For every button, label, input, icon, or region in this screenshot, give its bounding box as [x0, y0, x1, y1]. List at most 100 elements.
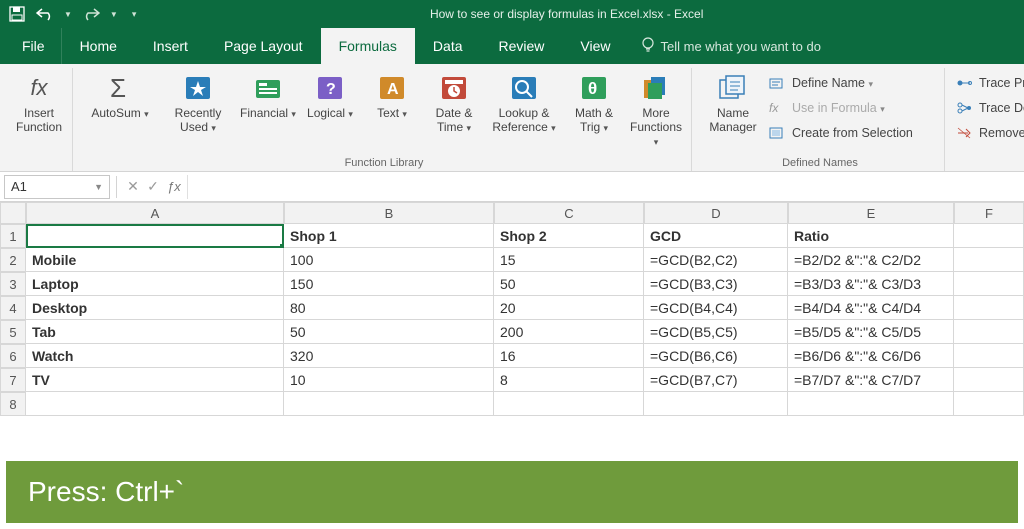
- select-all-corner[interactable]: [0, 202, 26, 224]
- fx-label[interactable]: ƒx: [167, 179, 181, 194]
- audit-remove-arrows[interactable]: Remove Arrows: [955, 122, 1024, 144]
- cell-D4[interactable]: =GCD(B4,C4): [644, 296, 788, 320]
- cell-C5[interactable]: 200: [494, 320, 644, 344]
- cell-B7[interactable]: 10: [284, 368, 494, 392]
- fn-more-functions-button[interactable]: More Functions ▾: [627, 68, 685, 149]
- cell-A8[interactable]: [26, 392, 284, 416]
- cell-D5[interactable]: =GCD(B5,C5): [644, 320, 788, 344]
- row-header-1[interactable]: 1: [0, 224, 26, 248]
- cell-E8[interactable]: [788, 392, 954, 416]
- cell-B1[interactable]: Shop 1: [284, 224, 494, 248]
- row-header-4[interactable]: 4: [0, 296, 26, 320]
- fn-date-time-button[interactable]: Date & Time ▾: [425, 68, 483, 135]
- column-header-D[interactable]: D: [644, 202, 788, 224]
- cell-A5[interactable]: Tab: [26, 320, 284, 344]
- cell-A3[interactable]: Laptop: [26, 272, 284, 296]
- cell-F5[interactable]: [954, 320, 1024, 344]
- name-box[interactable]: A1 ▼: [4, 175, 110, 199]
- row-header-7[interactable]: 7: [0, 368, 26, 392]
- cell-C4[interactable]: 20: [494, 296, 644, 320]
- cell-C8[interactable]: [494, 392, 644, 416]
- cell-D6[interactable]: =GCD(B6,C6): [644, 344, 788, 368]
- cell-C2[interactable]: 15: [494, 248, 644, 272]
- cell-B2[interactable]: 100: [284, 248, 494, 272]
- cell-D8[interactable]: [644, 392, 788, 416]
- row-header-8[interactable]: 8: [0, 392, 26, 416]
- column-header-E[interactable]: E: [788, 202, 954, 224]
- fn-text-button[interactable]: A Text ▾: [363, 68, 421, 121]
- tab-data[interactable]: Data: [415, 28, 481, 64]
- cell-E2[interactable]: =B2/D2 &":"& C2/D2: [788, 248, 954, 272]
- redo-icon[interactable]: [82, 5, 100, 23]
- redo-dropdown-icon[interactable]: ▼: [110, 10, 118, 19]
- cell-A4[interactable]: Desktop: [26, 296, 284, 320]
- defined-names-create-from-selection[interactable]: Create from Selection: [768, 122, 938, 144]
- undo-icon[interactable]: [36, 5, 54, 23]
- tab-home[interactable]: Home: [62, 28, 135, 64]
- cell-D7[interactable]: =GCD(B7,C7): [644, 368, 788, 392]
- cell-F4[interactable]: [954, 296, 1024, 320]
- cancel-formula-icon[interactable]: ✕: [123, 178, 143, 195]
- fn-autosum-button[interactable]: Σ AutoSum ▾: [83, 68, 157, 121]
- defined-names-use-in-formula[interactable]: fxUse in Formula ▾: [768, 97, 938, 119]
- cell-A2[interactable]: Mobile: [26, 248, 284, 272]
- cell-B3[interactable]: 150: [284, 272, 494, 296]
- tab-file[interactable]: File: [6, 28, 62, 64]
- cell-B5[interactable]: 50: [284, 320, 494, 344]
- tab-page-layout[interactable]: Page Layout: [206, 28, 321, 64]
- fn-math-trig-button[interactable]: θ Math & Trig ▾: [565, 68, 623, 135]
- audit-trace-precedent[interactable]: Trace Precedent: [955, 72, 1024, 94]
- cell-F1[interactable]: [954, 224, 1024, 248]
- cell-F7[interactable]: [954, 368, 1024, 392]
- cell-F6[interactable]: [954, 344, 1024, 368]
- cell-C1[interactable]: Shop 2: [494, 224, 644, 248]
- audit-trace-depender[interactable]: Trace Depender: [955, 97, 1024, 119]
- cell-D1[interactable]: GCD: [644, 224, 788, 248]
- row-header-3[interactable]: 3: [0, 272, 26, 296]
- row-header-6[interactable]: 6: [0, 344, 26, 368]
- column-header-B[interactable]: B: [284, 202, 494, 224]
- row-header-5[interactable]: 5: [0, 320, 26, 344]
- column-header-A[interactable]: A: [26, 202, 284, 224]
- cell-B4[interactable]: 80: [284, 296, 494, 320]
- cell-C7[interactable]: 8: [494, 368, 644, 392]
- fn-recently-used-button[interactable]: Recently Used ▾: [161, 68, 235, 135]
- fn-lookup-reference-button[interactable]: Lookup & Reference ▾: [487, 68, 561, 135]
- cell-C6[interactable]: 16: [494, 344, 644, 368]
- tab-review[interactable]: Review: [481, 28, 563, 64]
- column-header-C[interactable]: C: [494, 202, 644, 224]
- fn-logical-button[interactable]: ? Logical ▾: [301, 68, 359, 121]
- cell-D3[interactable]: =GCD(B3,C3): [644, 272, 788, 296]
- fn-financial-button[interactable]: Financial ▾: [239, 68, 297, 121]
- tell-me[interactable]: Tell me what you want to do: [629, 28, 821, 64]
- cell-A1[interactable]: [26, 224, 284, 248]
- cell-E3[interactable]: =B3/D3 &":"& C3/D3: [788, 272, 954, 296]
- chevron-down-icon[interactable]: ▼: [94, 182, 103, 192]
- defined-names-define-name[interactable]: Define Name ▾: [768, 72, 938, 94]
- cell-A6[interactable]: Watch: [26, 344, 284, 368]
- tab-formulas[interactable]: Formulas: [321, 28, 415, 64]
- save-icon[interactable]: [8, 5, 26, 23]
- cell-A7[interactable]: TV: [26, 368, 284, 392]
- name-manager-button[interactable]: Name Manager: [702, 68, 764, 134]
- cell-D2[interactable]: =GCD(B2,C2): [644, 248, 788, 272]
- cell-E1[interactable]: Ratio: [788, 224, 954, 248]
- cell-F8[interactable]: [954, 392, 1024, 416]
- undo-dropdown-icon[interactable]: ▼: [64, 10, 72, 19]
- cell-B8[interactable]: [284, 392, 494, 416]
- cell-F3[interactable]: [954, 272, 1024, 296]
- qat-customize-icon[interactable]: ▾: [132, 9, 137, 20]
- cell-E4[interactable]: =B4/D4 &":"& C4/D4: [788, 296, 954, 320]
- formula-input[interactable]: [187, 175, 1024, 199]
- cell-E5[interactable]: =B5/D5 &":"& C5/D5: [788, 320, 954, 344]
- insert-function-button[interactable]: fx Insert Function: [12, 68, 66, 134]
- row-header-2[interactable]: 2: [0, 248, 26, 272]
- cell-E7[interactable]: =B7/D7 &":"& C7/D7: [788, 368, 954, 392]
- cell-F2[interactable]: [954, 248, 1024, 272]
- tab-view[interactable]: View: [562, 28, 628, 64]
- column-header-F[interactable]: F: [954, 202, 1024, 224]
- cell-C3[interactable]: 50: [494, 272, 644, 296]
- cell-E6[interactable]: =B6/D6 &":"& C6/D6: [788, 344, 954, 368]
- enter-formula-icon[interactable]: ✓: [143, 178, 163, 195]
- tab-insert[interactable]: Insert: [135, 28, 206, 64]
